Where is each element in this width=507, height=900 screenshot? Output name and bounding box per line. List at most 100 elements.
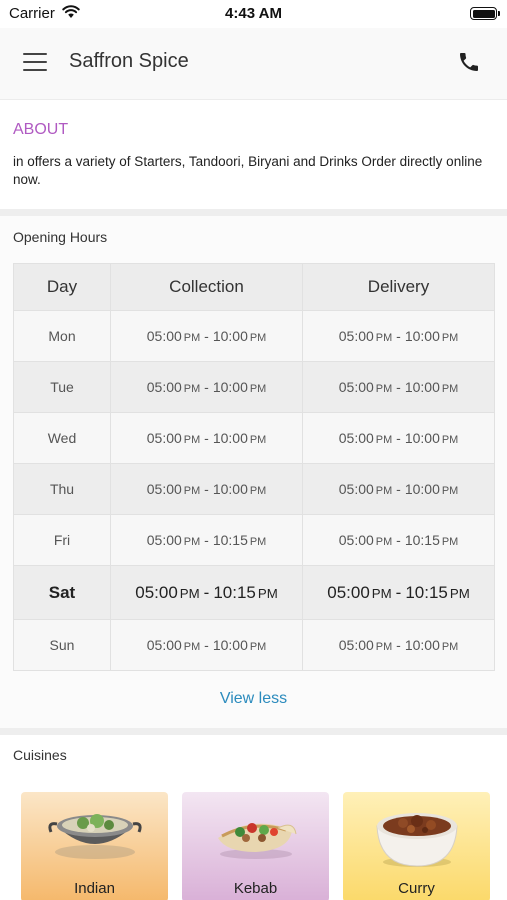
phone-icon[interactable] [457, 50, 481, 74]
time-separator: - [396, 481, 401, 497]
day-cell: Thu [13, 463, 111, 515]
view-less-link[interactable]: View less [0, 690, 507, 708]
open-time: 05:00 [146, 328, 182, 344]
day-cell: Sun [13, 619, 111, 671]
menu-icon[interactable] [23, 53, 47, 72]
pm-label: PM [375, 641, 393, 653]
opening-hours-section: Opening Hours Day Collection Delivery Mo… [0, 216, 507, 728]
time-separator: - [204, 430, 209, 446]
table-row: Sat 05:00 PM -10:15 PM 05:00 PM -10:15 PM [13, 565, 495, 620]
pm-label: PM [249, 383, 267, 395]
close-time: 10:15 [405, 582, 448, 602]
open-time: 05:00 [338, 328, 374, 344]
cuisines-section: Cuisines Indian Kebab Curry [0, 735, 507, 900]
day-cell: Sat [13, 565, 111, 620]
day-cell: Wed [13, 412, 111, 464]
delivery-hours-cell: 05:00 PM -10:00 PM [302, 619, 495, 671]
time-separator: - [396, 532, 401, 548]
collection-hours-cell: 05:00 PM -10:00 PM [110, 361, 303, 413]
delivery-hours-cell: 05:00 PM -10:00 PM [302, 310, 495, 362]
time-separator: - [396, 379, 401, 395]
time-separator: - [204, 532, 209, 548]
time-separator: - [204, 637, 209, 653]
close-time: 10:15 [212, 532, 248, 548]
column-header-delivery: Delivery [302, 263, 495, 311]
open-time: 05:00 [146, 430, 182, 446]
pm-label: PM [183, 536, 201, 548]
pm-label: PM [441, 332, 459, 344]
cuisine-card-indian[interactable]: Indian [21, 792, 168, 900]
delivery-hours-cell: 05:00 PM -10:00 PM [302, 463, 495, 515]
pm-label: PM [249, 434, 267, 446]
open-time: 05:00 [146, 637, 182, 653]
cuisine-label-curry: Curry [398, 880, 435, 897]
time-separator: - [395, 582, 402, 602]
pm-label: PM [375, 536, 393, 548]
delivery-hours-cell: 05:00 PM -10:15 PM [302, 514, 495, 566]
close-time: 10:15 [213, 582, 256, 602]
opening-hours-heading: Opening Hours [13, 229, 108, 245]
pm-label: PM [375, 434, 393, 446]
collection-hours-cell: 05:00 PM -10:15 PM [110, 514, 303, 566]
time-separator: - [396, 430, 401, 446]
collection-hours-cell: 05:00 PM -10:00 PM [110, 310, 303, 362]
pm-label: PM [257, 585, 278, 601]
cuisine-card-kebab[interactable]: Kebab [182, 792, 329, 900]
time-separator: - [204, 379, 209, 395]
pm-label: PM [249, 332, 267, 344]
table-row: Thu 05:00 PM -10:00 PM 05:00 PM -10:00 PM [13, 463, 495, 515]
about-heading: ABOUT [13, 121, 69, 138]
open-time: 05:00 [146, 481, 182, 497]
close-time: 10:00 [404, 328, 440, 344]
pm-label: PM [183, 332, 201, 344]
close-time: 10:00 [212, 328, 248, 344]
pm-label: PM [183, 485, 201, 497]
delivery-hours-cell: 05:00 PM -10:00 PM [302, 361, 495, 413]
app-header: Saffron Spice [0, 28, 507, 100]
pm-label: PM [183, 641, 201, 653]
close-time: 10:00 [404, 481, 440, 497]
close-time: 10:00 [212, 430, 248, 446]
pm-label: PM [441, 641, 459, 653]
collection-hours-cell: 05:00 PM -10:00 PM [110, 412, 303, 464]
column-header-collection: Collection [110, 263, 303, 311]
pm-label: PM [249, 536, 267, 548]
pm-label: PM [375, 485, 393, 497]
pm-label: PM [249, 485, 267, 497]
pm-label: PM [375, 383, 393, 395]
table-row: Mon 05:00 PM -10:00 PM 05:00 PM -10:00 PM [13, 310, 495, 362]
restaurant-title: Saffron Spice [69, 50, 189, 72]
table-row: Wed 05:00 PM -10:00 PM 05:00 PM -10:00 PM [13, 412, 495, 464]
collection-hours-cell: 05:00 PM -10:15 PM [110, 565, 303, 620]
close-time: 10:00 [404, 379, 440, 395]
section-divider [0, 209, 507, 216]
curry-bowl-icon [376, 813, 458, 867]
pm-label: PM [441, 383, 459, 395]
table-header-row: Day Collection Delivery [13, 263, 495, 311]
indian-dish-icon [48, 814, 142, 859]
pm-label: PM [441, 536, 459, 548]
about-text: in offers a variety of Starters, Tandoor… [13, 154, 483, 187]
pm-label: PM [249, 641, 267, 653]
time-separator: - [203, 582, 210, 602]
cuisine-card-curry[interactable]: Curry [343, 792, 490, 900]
time-separator: - [204, 328, 209, 344]
pm-label: PM [441, 485, 459, 497]
close-time: 10:15 [404, 532, 440, 548]
close-time: 10:00 [404, 430, 440, 446]
section-divider [0, 728, 507, 735]
collection-hours-cell: 05:00 PM -10:00 PM [110, 463, 303, 515]
kebab-wrap-icon [218, 823, 297, 859]
open-time: 05:00 [338, 379, 374, 395]
pm-label: PM [183, 434, 201, 446]
table-row: Tue 05:00 PM -10:00 PM 05:00 PM -10:00 PM [13, 361, 495, 413]
pm-label: PM [375, 332, 393, 344]
open-time: 05:00 [338, 637, 374, 653]
cuisines-heading: Cuisines [13, 747, 67, 763]
time-separator: - [204, 481, 209, 497]
about-section: ABOUT in offers a variety of Starters, T… [0, 101, 507, 209]
open-time: 05:00 [146, 532, 182, 548]
time-separator: - [396, 637, 401, 653]
open-time: 05:00 [146, 379, 182, 395]
open-time: 05:00 [338, 532, 374, 548]
